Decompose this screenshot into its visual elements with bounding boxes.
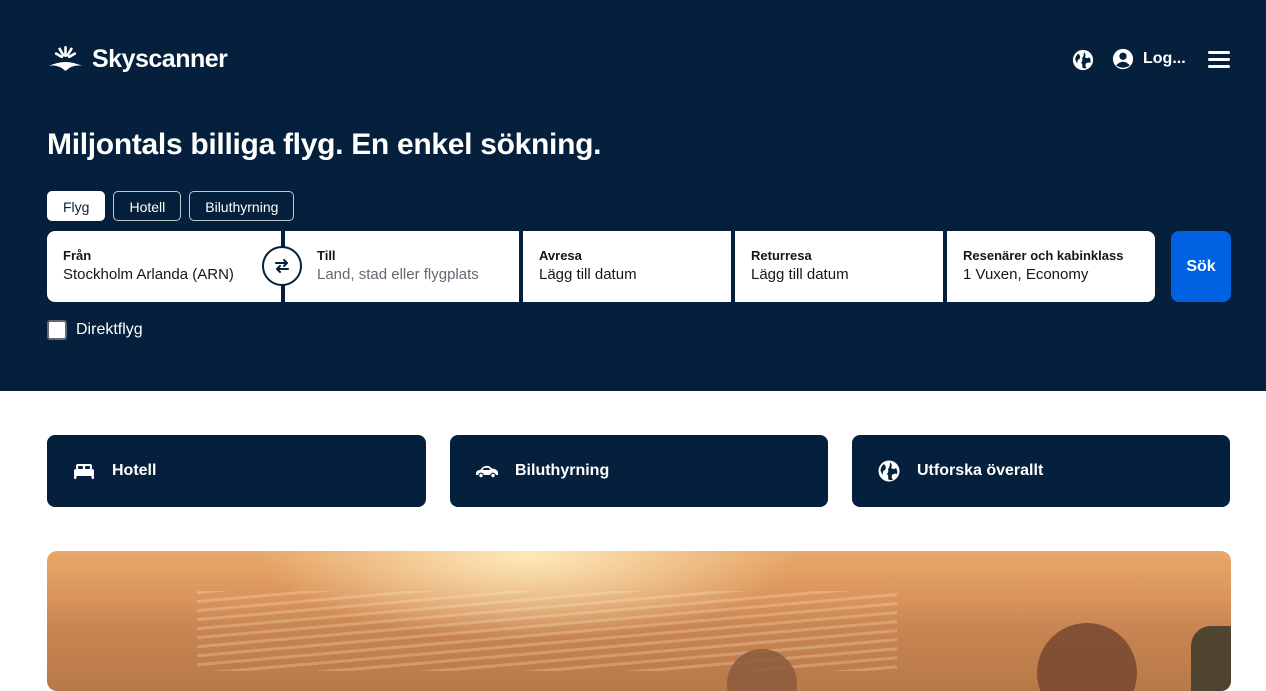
user-circle-icon (1112, 48, 1134, 70)
hotels-card-label: Hotell (112, 462, 157, 479)
tab-flights[interactable]: Flyg (47, 191, 106, 221)
swap-button[interactable] (262, 246, 302, 286)
globe-icon[interactable] (1072, 49, 1094, 71)
hero-section: Skyscanner Log... Miljontals billiga fly… (0, 0, 1266, 391)
to-field[interactable]: Till Land, stad eller flygplats (285, 231, 519, 302)
travellers-field[interactable]: Resenärer och kabinklass 1 Vuxen, Econom… (947, 231, 1155, 302)
from-field[interactable]: Från Stockholm Arlanda (ARN) (47, 231, 281, 302)
explore-everywhere-card[interactable]: Utforska överallt (852, 435, 1230, 507)
swap-arrows-icon (275, 259, 289, 273)
to-label: Till (317, 248, 336, 263)
tab-car-hire[interactable]: Biluthyrning (189, 191, 295, 221)
travellers-value: 1 Vuxen, Economy (963, 266, 1089, 283)
direct-flights-label: Direktflyg (76, 321, 143, 338)
quick-links: Hotell Biluthyrning Utforska överallt (47, 435, 1230, 507)
from-label: Från (63, 248, 92, 263)
tab-hotels[interactable]: Hotell (113, 191, 182, 221)
depart-placeholder: Lägg till datum (539, 266, 637, 283)
hotels-card[interactable]: Hotell (47, 435, 426, 507)
travellers-label: Resenärer och kabinklass (963, 248, 1124, 263)
explore-card-label: Utforska överallt (917, 462, 1044, 479)
globe-icon (878, 460, 900, 482)
hamburger-menu-icon[interactable] (1208, 51, 1230, 69)
return-label: Returresa (751, 248, 812, 263)
return-date-field[interactable]: Returresa Lägg till datum (735, 231, 943, 302)
car-icon (476, 465, 498, 479)
hero-photo-sunset-beach (47, 551, 1231, 691)
login-button[interactable]: Log... (1112, 48, 1186, 70)
skyscanner-logo[interactable]: Skyscanner (47, 44, 228, 74)
bed-icon (74, 464, 94, 479)
page-title: Miljontals billiga flyg. En enkel söknin… (47, 128, 602, 161)
to-placeholder: Land, stad eller flygplats (317, 266, 479, 283)
sunrise-logo-icon (49, 46, 82, 71)
depart-date-field[interactable]: Avresa Lägg till datum (523, 231, 731, 302)
brand-name: Skyscanner (92, 44, 228, 73)
login-label: Log... (1143, 50, 1186, 67)
return-placeholder: Lägg till datum (751, 266, 849, 283)
car-hire-card[interactable]: Biluthyrning (450, 435, 828, 507)
search-button[interactable]: Sök (1171, 231, 1231, 302)
from-value: Stockholm Arlanda (ARN) (63, 266, 234, 283)
direct-flights-option[interactable]: Direktflyg (47, 320, 143, 340)
depart-label: Avresa (539, 248, 582, 263)
search-type-tabs: Flyg Hotell Biluthyrning (47, 191, 295, 221)
car-hire-card-label: Biluthyrning (515, 462, 610, 479)
direct-flights-checkbox[interactable] (47, 320, 67, 340)
